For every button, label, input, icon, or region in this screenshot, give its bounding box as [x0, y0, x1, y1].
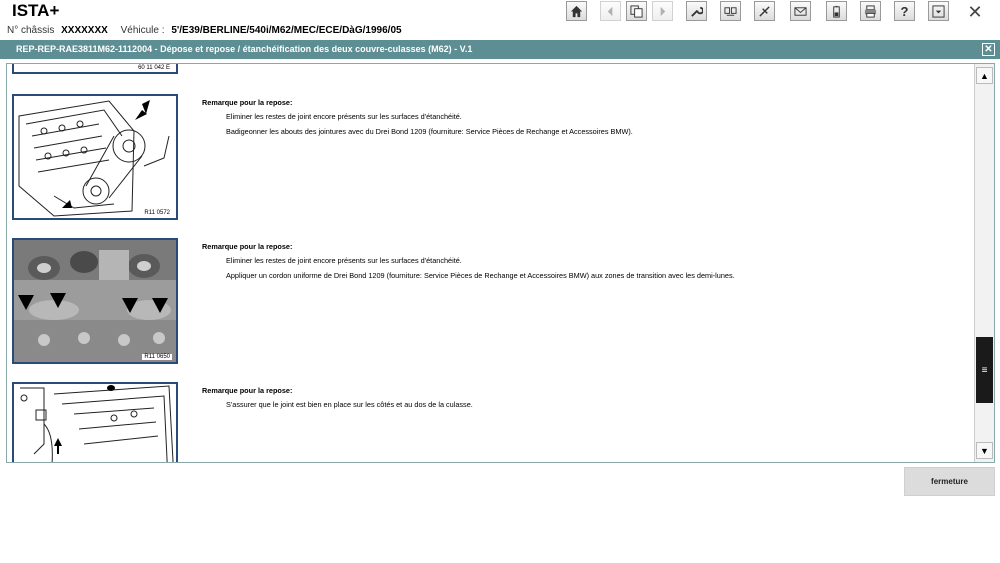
- note-line: Eliminer les restes de joint encore prés…: [226, 112, 462, 121]
- note-section-3: Remarque pour la repose: S'assurer que l…: [202, 384, 473, 412]
- engine-drawing: [14, 96, 176, 218]
- home-icon[interactable]: [566, 1, 587, 21]
- note-title: Remarque pour la repose:: [202, 386, 293, 395]
- help-icon[interactable]: ?: [894, 1, 915, 21]
- note-line: Appliquer un cordon uniforme de Drei Bon…: [226, 271, 735, 280]
- note-line: S'assurer que le joint est bien en place…: [226, 400, 473, 409]
- mail-icon[interactable]: [790, 1, 811, 21]
- gasket-drawing: [14, 384, 176, 462]
- back-arrow-icon[interactable]: [600, 1, 621, 21]
- close-icon[interactable]: ✕: [964, 1, 986, 23]
- scroll-thumb-grip: ≡: [981, 364, 988, 376]
- close-glyph: ✕: [967, 1, 983, 22]
- battery-icon[interactable]: [826, 1, 847, 21]
- fermeture-button[interactable]: fermeture: [904, 467, 995, 496]
- help-glyph: ?: [900, 3, 909, 19]
- document-content[interactable]: 60 11 042 E R11 0572 Remarque pour la re…: [6, 63, 995, 463]
- top-bar: ISTA+ ? ✕: [0, 0, 1000, 22]
- note-title: Remarque pour la repose:: [202, 242, 293, 251]
- vehicle-info: N° châssis XXXXXXX Véhicule : 5'/E39/BER…: [7, 25, 412, 39]
- figure-code: R11 0572: [142, 210, 172, 216]
- forward-arrow-icon[interactable]: [652, 1, 673, 21]
- scroll-thumb[interactable]: ≡: [976, 337, 993, 403]
- figure-code: R11 0650: [142, 354, 172, 360]
- scroll-up-button[interactable]: ▲: [976, 67, 993, 84]
- document-title: REP-REP-RAE3811M62-1112004 - Dépose et r…: [16, 44, 473, 54]
- chassis-value: XXXXXXX: [61, 25, 108, 36]
- note-line: Eliminer les restes de joint encore prés…: [226, 256, 462, 265]
- menu-icon[interactable]: [928, 1, 949, 21]
- note-title: Remarque pour la repose:: [202, 98, 293, 107]
- scroll-down-button[interactable]: ▼: [976, 442, 993, 459]
- print-icon[interactable]: [860, 1, 881, 21]
- figure-engine-timing[interactable]: R11 0572: [12, 94, 178, 220]
- partial-figure: 60 11 042 E: [12, 64, 178, 74]
- document-close-icon[interactable]: ✕: [982, 43, 995, 56]
- wrench-icon[interactable]: [686, 1, 707, 21]
- diagnosis-icon[interactable]: [720, 1, 741, 21]
- note-section-1: Remarque pour la repose: Eliminer les re…: [202, 96, 633, 139]
- connection-icon[interactable]: [754, 1, 775, 21]
- document-header: REP-REP-RAE3811M62-1112004 - Dépose et r…: [0, 40, 1000, 59]
- note-line: Badigeonner les abouts des jointures ave…: [226, 127, 633, 136]
- scroll-up-glyph: ▲: [980, 70, 989, 81]
- vehicle-value: 5'/E39/BERLINE/540i/M62/MEC/ECE/DàG/1996…: [171, 25, 402, 36]
- vertical-scrollbar[interactable]: ▲ ≡ ▼: [974, 64, 994, 462]
- note-section-2: Remarque pour la repose: Eliminer les re…: [202, 240, 735, 283]
- vehicle-label: Véhicule :: [120, 25, 165, 36]
- chassis-label: N° châssis: [7, 25, 55, 36]
- figure-cylinder-head[interactable]: R11 0650: [12, 238, 178, 364]
- document-close-glyph: ✕: [984, 43, 993, 55]
- partial-figure-code: 60 11 042 E: [138, 65, 170, 71]
- app-title: ISTA+: [12, 1, 60, 20]
- scroll-down-glyph: ▼: [980, 445, 989, 456]
- cylinder-head-photo: [14, 240, 176, 362]
- copy-icon[interactable]: [626, 1, 647, 21]
- figure-gasket[interactable]: [12, 382, 178, 462]
